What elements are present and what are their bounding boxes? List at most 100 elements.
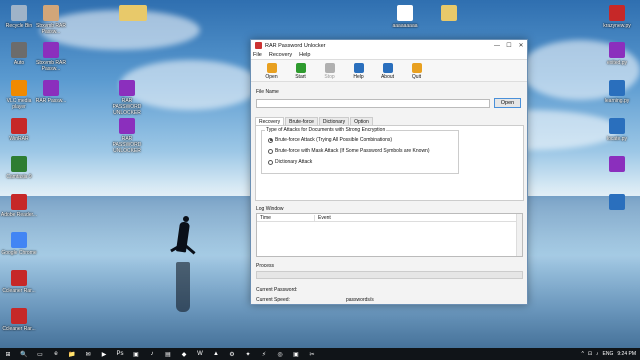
desktop-icon-label: RAR PASSWORD UNLOCKER [112,98,142,116]
toolbar-start-button[interactable]: Start [286,63,315,81]
toolbar-quit-button[interactable]: Quit [402,63,431,81]
desktop-icon[interactable]: locate.py [598,118,636,142]
desktop-icon[interactable]: Ccleaner Rar... [0,308,38,332]
file-name-input[interactable] [256,99,490,108]
toolbar-button-label: Help [353,74,364,80]
language-indicator[interactable]: ENG [603,351,614,357]
radio-dictionary[interactable]: Dictionary Attack [268,159,312,165]
clock[interactable]: 9:24 PM [617,351,636,357]
desktop-icon[interactable]: Ccleaner Rar... [0,270,38,294]
current-password-label: Current Password: [256,287,298,293]
start-icon [295,63,306,73]
menu-help[interactable]: Help [299,52,310,58]
radio-dot[interactable] [268,148,273,154]
menu-recovery[interactable]: Recovery [269,52,292,58]
stop-icon [324,63,335,73]
taskbar-app-icon[interactable]: 🔍 [19,350,29,358]
radio-dot[interactable] [268,159,273,165]
log-scrollbar[interactable] [516,214,522,256]
toolbar-open-button[interactable]: Open [257,63,286,81]
taskbar-app-icon[interactable]: ⚙ [227,350,237,358]
radio-brute-force-mask[interactable]: Brute-force with Mask Attack (If Some Pa… [268,148,430,154]
radio-dot[interactable] [268,137,273,143]
open-file-button[interactable]: Open [494,98,521,108]
file-icon [609,194,625,210]
desktop-icon-label: Sbxvmb RAR Passw... [35,60,66,72]
maximize-button[interactable]: ☐ [503,42,515,49]
toolbar: Open Start Stop Help About Quit [251,60,527,82]
volume-icon[interactable]: ♪ [596,351,599,357]
start-button[interactable]: ⊞ [3,350,13,358]
menu-bar: File Recovery Help [251,51,527,60]
taskbar-app-icon[interactable]: ◎ [275,350,285,358]
taskbar-app-icon[interactable]: ✂ [307,350,317,358]
taskbar-app-icon[interactable]: ▭ [35,350,45,358]
desktop-icon[interactable] [430,5,468,23]
desktop-icon-label: Adobe Reader... [0,212,38,218]
taskbar-app-icon[interactable]: 📁 [67,350,77,358]
radio-brute-force[interactable]: Brute-force Attack (Trying All Possible … [268,137,392,143]
desktop-icon[interactable]: RAR PASSWORD UNLOCKER [108,80,146,116]
file-icon [11,156,27,172]
file-icon [43,42,59,58]
file-name-label: File Name [256,89,279,95]
desktop-icon[interactable]: learning.py [598,80,636,104]
taskbar-app-icon[interactable]: ✦ [243,350,253,358]
log-table[interactable]: Time Event [256,213,523,257]
log-header: Time Event [257,214,522,222]
desktop-icon-label: Camtasia 9 [6,174,32,180]
toolbar-button-label: Quit [411,74,422,80]
taskbar-app-icon[interactable]: ♪ [147,350,157,358]
file-icon [11,5,27,21]
toolbar-stop-button[interactable]: Stop [315,63,344,81]
file-icon [609,42,625,58]
desktop-icon[interactable]: krazynew.py [598,5,636,29]
attack-type-group: Type of Attacks for Documents with Stron… [261,127,459,174]
title-bar[interactable]: RAR Password Unlocker — ☐ ✕ [251,40,527,51]
taskbar-app-icon[interactable]: ▣ [131,350,141,358]
minimize-button[interactable]: — [491,43,503,49]
taskbar-app-icon[interactable]: ▶ [99,350,109,358]
desktop-icon[interactable] [598,194,636,212]
taskbar-app-icon[interactable]: ▲ [211,350,221,358]
help-icon [353,63,364,73]
taskbar-app-icon[interactable]: W [195,350,205,358]
desktop-icon[interactable]: RAR Passw... [32,80,70,104]
taskbar-app-icon[interactable]: e [51,350,61,358]
toolbar-about-button[interactable]: About [373,63,402,81]
attack-group-title: Type of Attacks for Documents with Stron… [265,127,387,133]
file-icon [43,5,59,21]
toolbar-button-label: Open [265,74,278,80]
file-icon [609,118,625,134]
close-button[interactable]: ✕ [515,42,527,49]
taskbar-app-icon[interactable]: ✉ [83,350,93,358]
desktop-icon[interactable] [120,5,158,23]
taskbar-app-icon[interactable]: ⚡ [259,350,269,358]
desktop-icon[interactable]: exited.py [598,42,636,66]
desktop-icon[interactable]: aaaaaaaaa [386,5,424,29]
desktop-icon[interactable]: Sbxvmb RAR Passw... [32,5,70,35]
file-icon [131,5,147,21]
network-icon[interactable]: ⊡ [588,351,592,357]
taskbar-app-icon[interactable]: ▣ [291,350,301,358]
desktop-icon[interactable]: Sbxvmb RAR Passw... [32,42,70,72]
toolbar-help-button[interactable]: Help [344,63,373,81]
file-icon [441,5,457,21]
desktop-icon[interactable] [598,156,636,174]
desktop-icon[interactable]: Adobe Reader... [0,194,38,218]
taskbar-app-icon[interactable]: ▤ [163,350,173,358]
file-icon [11,270,27,286]
desktop-icon[interactable]: RAR PASSWORD UNLOCKER [108,118,146,154]
desktop-icon[interactable]: Camtasia 9 [0,156,38,180]
file-icon [11,118,27,134]
desktop-icon-label: aaaaaaaaa [392,23,418,29]
open-icon [266,63,277,73]
taskbar-app-icon[interactable]: ◆ [179,350,189,358]
taskbar-app-icon[interactable]: Ps [115,350,125,358]
file-icon [609,156,625,172]
tray-overflow-icon[interactable]: ^ [581,351,583,357]
desktop-icon[interactable]: WinRAR [0,118,38,142]
menu-file[interactable]: File [253,52,262,58]
log-window-label: Log Window [256,206,284,212]
desktop-icon[interactable]: Google Chrome [0,232,38,256]
